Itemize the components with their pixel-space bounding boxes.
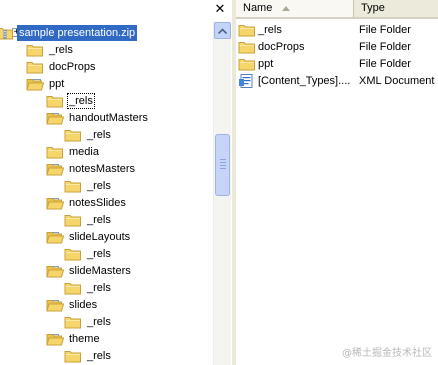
xml-document-icon xyxy=(238,73,256,88)
scroll-up-button[interactable] xyxy=(214,22,231,39)
folder-icon xyxy=(64,247,82,261)
scroll-thumb[interactable] xyxy=(215,134,230,196)
tree-item[interactable]: _rels xyxy=(64,279,113,296)
list-item-type: XML Document xyxy=(359,74,435,87)
tree-item-label: _rels xyxy=(87,349,111,362)
column-header-name[interactable]: Name xyxy=(236,0,354,17)
column-header-type-label: Type xyxy=(361,2,385,14)
tree-item[interactable]: _rels xyxy=(64,347,113,364)
folder-open-icon xyxy=(46,264,64,278)
sort-ascending-icon xyxy=(282,6,290,11)
folder-open-icon xyxy=(46,332,64,346)
tree-item[interactable]: slides xyxy=(46,296,99,313)
tree-vertical-scrollbar[interactable] xyxy=(213,22,231,365)
tree-item-label: handoutMasters xyxy=(69,111,148,124)
scroll-thumb-grip xyxy=(220,162,226,163)
folder-icon xyxy=(26,43,44,57)
folder-icon xyxy=(64,349,82,363)
folder-open-icon xyxy=(46,111,64,125)
tree-item-label: _rels xyxy=(67,92,95,109)
list-row[interactable]: docProps File Folder xyxy=(236,38,438,55)
list-cell-name: _rels xyxy=(238,23,352,37)
folder-open-icon xyxy=(46,298,64,312)
tree-item[interactable]: _rels xyxy=(64,313,113,330)
folder-icon xyxy=(46,94,64,108)
tree-item[interactable]: ppt xyxy=(26,75,66,92)
tree-item-label: _rels xyxy=(87,128,111,141)
folder-open-icon xyxy=(46,196,64,210)
column-header-name-label: Name xyxy=(243,2,273,14)
scroll-thumb-grip xyxy=(220,159,226,160)
zip-folder-icon xyxy=(0,26,14,40)
list-item-name: [Content_Types].... xyxy=(258,74,351,87)
close-icon[interactable]: ✕ xyxy=(212,1,228,17)
tree-item[interactable]: _rels xyxy=(64,245,113,262)
tree-item-label: sample presentation.zip xyxy=(17,24,138,41)
list-row[interactable]: _rels File Folder xyxy=(236,21,438,38)
folder-icon xyxy=(26,60,44,74)
tree-item[interactable]: _rels xyxy=(64,177,113,194)
tree-item-label: _rels xyxy=(87,281,111,294)
list-item-name: docProps xyxy=(258,40,305,53)
list-cell-name: ppt xyxy=(238,57,352,71)
tree-item[interactable]: _rels xyxy=(64,126,113,143)
tree-item-label: _rels xyxy=(87,247,111,260)
list-header: Name Type xyxy=(236,0,438,19)
folder-icon xyxy=(64,315,82,329)
list-item-name: _rels xyxy=(258,23,282,36)
tree-item[interactable]: notesSlides xyxy=(46,194,128,211)
watermark: @稀土掘金技术社区 xyxy=(342,348,432,359)
tree-item[interactable]: handoutMasters xyxy=(46,109,150,126)
file-list-pane[interactable]: Name Type _rels File Folder docProps File F… xyxy=(236,0,438,365)
list-item-name: ppt xyxy=(258,57,274,70)
folder-open-icon xyxy=(46,230,64,244)
scroll-thumb-grip xyxy=(220,165,226,166)
list-item-type: File Folder xyxy=(359,23,411,36)
tree-item[interactable]: slideLayouts xyxy=(46,228,132,245)
tree-item[interactable]: _rels xyxy=(26,41,75,58)
tree-item-label: theme xyxy=(69,332,100,345)
list-cell-name: docProps xyxy=(238,40,352,54)
tree-item[interactable]: _rels xyxy=(64,211,113,228)
folder-icon xyxy=(46,145,64,159)
tree-item-label: ppt xyxy=(49,77,65,90)
tree-item[interactable]: notesMasters xyxy=(46,160,137,177)
list-row[interactable]: ppt File Folder xyxy=(236,55,438,72)
scroll-thumb-grip xyxy=(220,168,226,169)
folder-icon xyxy=(238,57,256,71)
folder-icon xyxy=(64,213,82,227)
chevron-up-icon xyxy=(218,27,227,34)
tree-item-label: _rels xyxy=(87,179,111,192)
tree-item[interactable]: sample presentation.zip xyxy=(0,24,138,41)
list-cell-name: [Content_Types].... xyxy=(238,73,352,88)
list-item-type: File Folder xyxy=(359,40,411,53)
tree-item-label: slideMasters xyxy=(69,264,131,277)
tree-item-label: notesSlides xyxy=(69,196,126,209)
tree-item[interactable]: theme xyxy=(46,330,102,347)
tree-item-label: _rels xyxy=(87,315,111,328)
tree-item-label: docProps xyxy=(49,60,96,73)
folder-icon xyxy=(64,179,82,193)
folder-icon xyxy=(238,40,256,54)
folder-icon xyxy=(64,128,82,142)
tree-item[interactable]: slideMasters xyxy=(46,262,133,279)
list-row[interactable]: [Content_Types].... XML Document xyxy=(236,72,438,89)
tree-item-label: _rels xyxy=(49,43,73,56)
tree-item-label: slideLayouts xyxy=(69,230,131,243)
column-header-type[interactable]: Type xyxy=(354,0,438,17)
tree-item[interactable]: media xyxy=(46,143,101,160)
tree-item[interactable]: docProps xyxy=(26,58,97,75)
tree-item-label: _rels xyxy=(87,213,111,226)
folder-tree-pane[interactable]: ✕ +sample presentation.zip_relsdocProps−… xyxy=(0,0,232,365)
list-item-type: File Folder xyxy=(359,57,411,70)
folder-open-icon xyxy=(26,77,44,91)
tree-item-label: media xyxy=(69,145,99,158)
tree-item[interactable]: _rels xyxy=(46,92,95,109)
tree-item-label: notesMasters xyxy=(69,162,136,175)
folder-open-icon xyxy=(46,162,64,176)
tree-item-label: slides xyxy=(69,298,98,311)
folder-icon xyxy=(64,281,82,295)
folder-icon xyxy=(238,23,256,37)
